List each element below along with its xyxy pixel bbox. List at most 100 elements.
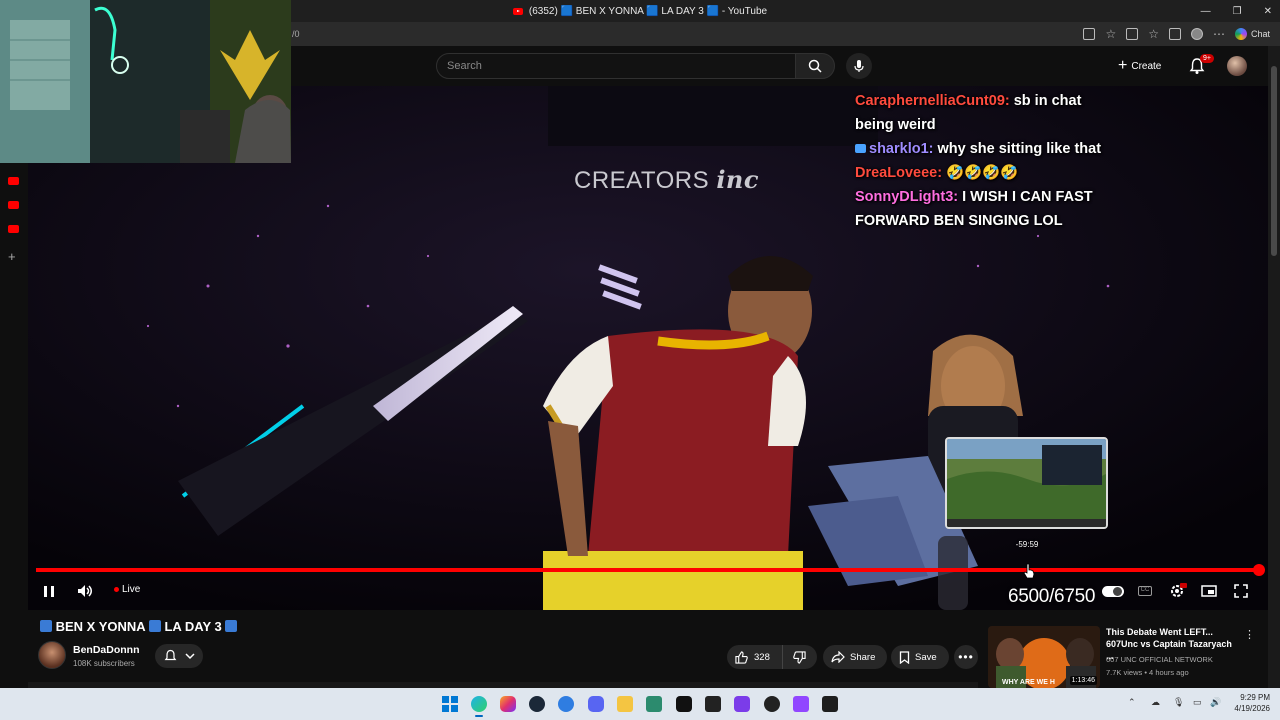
profile-icon[interactable] <box>1190 28 1203 40</box>
save-button[interactable]: Save <box>891 645 949 669</box>
file-explorer-icon[interactable] <box>617 696 633 712</box>
fullscreen-icon[interactable] <box>1233 583 1249 599</box>
app-available-icon[interactable] <box>1083 28 1096 40</box>
vtube-icon[interactable] <box>734 696 750 712</box>
taskbar-clock[interactable]: 9:29 PM 4/19/2026 <box>1226 692 1270 714</box>
minimize-icon[interactable]: — <box>1201 6 1211 17</box>
create-button[interactable]: + Create <box>1118 55 1161 77</box>
rail-youtube-icon[interactable] <box>8 225 19 233</box>
recommended-meta: 7.7K views • 4 hours ago <box>1106 668 1189 677</box>
seek-preview-time: -59:59 <box>1015 540 1039 549</box>
recommended-thumbnail-caption: WHY ARE WE H <box>1002 679 1055 686</box>
search-button[interactable] <box>795 53 835 79</box>
favorite-star-icon[interactable]: ☆ <box>1105 28 1116 40</box>
seek-preview-thumbnail <box>945 437 1108 529</box>
chat-username: DreaLoveee: <box>855 165 943 181</box>
share-arrow-icon <box>831 651 845 663</box>
search-input[interactable] <box>437 54 795 78</box>
onedrive-icon[interactable]: ☁ <box>1151 697 1160 708</box>
chat-message: CaraphernelliaCunt09: sb in chat being we… <box>855 89 1120 137</box>
close-icon[interactable]: ✕ <box>1264 6 1272 17</box>
app-icon[interactable] <box>822 696 838 712</box>
browser-menu-icon[interactable]: ⋯ <box>1213 28 1225 40</box>
tiktok-icon[interactable] <box>676 696 692 712</box>
restore-icon[interactable]: ❐ <box>1233 6 1242 17</box>
twitch-icon[interactable] <box>793 696 809 712</box>
scrollbar-thumb[interactable] <box>1271 66 1277 256</box>
thumbs-down-icon <box>792 650 806 664</box>
windows-taskbar <box>0 688 1280 720</box>
autoplay-toggle[interactable] <box>1102 586 1124 597</box>
rail-add-icon[interactable]: + <box>8 249 16 264</box>
app-icon[interactable] <box>764 696 780 712</box>
live-indicator[interactable]: Live <box>114 584 140 595</box>
pause-button[interactable] <box>40 583 58 599</box>
app-icon[interactable] <box>705 696 721 712</box>
hand-cursor-icon <box>1023 563 1035 579</box>
account-avatar[interactable] <box>1227 56 1247 76</box>
live-label: Live <box>122 584 141 595</box>
recommended-video-thumbnail[interactable]: WHY ARE WE H 1:13:46 <box>988 626 1100 688</box>
address-bar[interactable]: /0 <box>290 25 1090 43</box>
share-button[interactable]: Share <box>823 645 887 669</box>
side-rail: + <box>0 163 28 613</box>
volume-icon[interactable] <box>76 583 94 599</box>
subscriber-count: 108K subscribers <box>73 659 135 668</box>
recommended-more-icon[interactable]: ⋮ <box>1244 628 1255 642</box>
rail-youtube-icon[interactable] <box>8 201 19 209</box>
discord-icon[interactable] <box>588 696 604 712</box>
start-button[interactable] <box>442 696 458 712</box>
member-badge-icon <box>855 144 866 153</box>
store-icon[interactable] <box>646 696 662 712</box>
captions-icon[interactable]: CC <box>1138 586 1152 596</box>
progress-fill <box>36 568 1260 572</box>
rail-youtube-icon[interactable] <box>8 177 19 185</box>
goal-counter: 6500/6750 <box>1008 586 1096 607</box>
watermark-text: CREATORS <box>574 167 710 194</box>
page-scrollbar[interactable] <box>1268 46 1280 688</box>
creators-watermark: CREATORS inc <box>574 165 759 195</box>
channel-avatar[interactable] <box>38 641 66 669</box>
progress-bar[interactable] <box>36 568 1260 572</box>
progress-scrubber[interactable] <box>1253 564 1265 576</box>
collections-icon[interactable] <box>1168 28 1181 40</box>
volume-tray-icon[interactable]: 🔊 <box>1210 697 1221 708</box>
extensions-icon[interactable] <box>1126 28 1139 40</box>
chat-message: SonnyDLight3: I WISH I CAN FAST FORWARD B… <box>855 185 1120 233</box>
miniplayer-icon[interactable] <box>1201 583 1217 599</box>
tray-chevron-up-icon[interactable]: ⌃ <box>1128 697 1136 708</box>
bookmark-icon <box>899 650 910 664</box>
preview-image <box>947 439 1106 527</box>
recommended-duration: 1:13:46 <box>1069 676 1097 685</box>
clock-time: 9:29 PM <box>1240 693 1270 702</box>
steam-icon[interactable] <box>529 696 545 712</box>
watermark-script: inc <box>716 165 759 194</box>
chat-username: sharklo1: <box>869 141 934 157</box>
microphone-tray-icon[interactable]: 🎙 <box>1173 697 1184 708</box>
screen: (6352) 🟦 BEN X YONNA 🟦 LA DAY 3 🟦 - YouT… <box>0 0 1280 720</box>
channel-name[interactable]: BenDaDonnn <box>73 644 140 656</box>
chat-username: CaraphernelliaCunt09: <box>855 93 1010 109</box>
dislike-button[interactable] <box>783 650 815 664</box>
more-actions-button[interactable]: ••• <box>954 645 978 669</box>
edge-browser-icon[interactable] <box>471 696 487 712</box>
instagram-icon[interactable] <box>500 696 516 712</box>
subscription-bell-button[interactable] <box>155 644 203 668</box>
webcam-image <box>0 0 291 163</box>
recommended-channel[interactable]: 607 UNC OFFICIAL NETWORK <box>1106 655 1213 664</box>
copilot-icon <box>1234 28 1247 40</box>
webcam-overlay <box>0 0 291 163</box>
favorites-icon[interactable]: ☆ <box>1148 28 1159 40</box>
blue-square-icon <box>148 620 161 632</box>
search-box <box>436 53 796 79</box>
like-button[interactable]: 328 <box>727 645 783 669</box>
search-icon <box>808 59 822 73</box>
voice-search-button[interactable] <box>846 53 872 79</box>
bell-icon <box>164 649 176 661</box>
window-controls: — ❐ ✕ <box>1201 0 1272 22</box>
app-icon[interactable] <box>558 696 574 712</box>
copilot-chat-button[interactable]: Chat <box>1234 28 1270 40</box>
network-icon[interactable]: ▭ <box>1193 697 1202 708</box>
clock-date: 4/19/2026 <box>1234 704 1270 713</box>
chat-text: why she sitting like that <box>937 141 1102 157</box>
